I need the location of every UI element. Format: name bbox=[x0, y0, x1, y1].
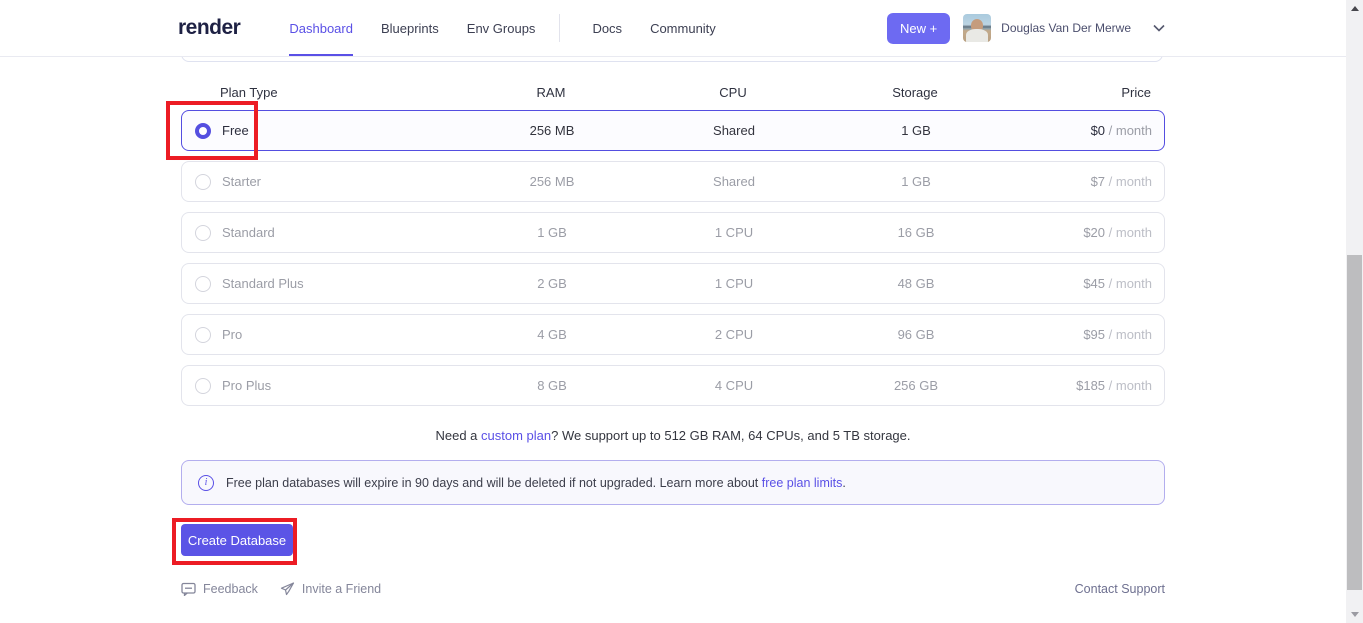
column-header-plan-type: Plan Type bbox=[194, 85, 460, 100]
free-plan-info-banner: i Free plan databases will expire in 90 … bbox=[181, 460, 1165, 505]
plan-cpu: 1 CPU bbox=[643, 225, 825, 240]
top-header: render Dashboard Blueprints Env Groups D… bbox=[0, 0, 1346, 57]
plan-radio[interactable] bbox=[195, 378, 211, 394]
plan-price: $95 / month bbox=[1007, 327, 1152, 342]
nav-link-docs[interactable]: Docs bbox=[592, 0, 622, 56]
paper-plane-icon bbox=[280, 582, 295, 596]
plan-row-pro-plus[interactable]: Pro Plus 8 GB 4 CPU 256 GB $185 / month bbox=[181, 365, 1165, 406]
scrollbar-thumb[interactable] bbox=[1347, 255, 1362, 590]
feedback-chat-icon bbox=[181, 582, 196, 596]
plan-radio[interactable] bbox=[195, 174, 211, 190]
nav-divider bbox=[559, 14, 560, 42]
plan-ram: 256 MB bbox=[461, 123, 643, 138]
free-plan-limits-link[interactable]: free plan limits bbox=[762, 476, 843, 490]
plan-ram: 256 MB bbox=[461, 174, 643, 189]
chevron-down-icon[interactable] bbox=[1153, 24, 1165, 32]
plan-table-header: Plan Type RAM CPU Storage Price bbox=[181, 85, 1165, 100]
plan-storage: 1 GB bbox=[825, 123, 1007, 138]
plan-radio[interactable] bbox=[195, 276, 211, 292]
nav-tab-blueprints[interactable]: Blueprints bbox=[381, 0, 439, 56]
plan-ram: 4 GB bbox=[461, 327, 643, 342]
plan-ram: 8 GB bbox=[461, 378, 643, 393]
nav-link-community[interactable]: Community bbox=[650, 0, 716, 56]
plan-storage: 1 GB bbox=[825, 174, 1007, 189]
plan-ram: 1 GB bbox=[461, 225, 643, 240]
plan-ram: 2 GB bbox=[461, 276, 643, 291]
column-header-cpu: CPU bbox=[642, 85, 824, 100]
plan-price: $20 / month bbox=[1007, 225, 1152, 240]
plan-name: Free bbox=[222, 123, 249, 138]
plan-price: $185 / month bbox=[1007, 378, 1152, 393]
main-content: Plan Type RAM CPU Storage Price Free 256… bbox=[181, 57, 1165, 596]
plan-cpu: 1 CPU bbox=[643, 276, 825, 291]
plan-price: $45 / month bbox=[1007, 276, 1152, 291]
create-database-button[interactable]: Create Database bbox=[181, 524, 293, 556]
plan-radio[interactable] bbox=[195, 225, 211, 241]
user-menu-name[interactable]: Douglas Van Der Merwe bbox=[1001, 21, 1131, 35]
plan-row-standard-plus[interactable]: Standard Plus 2 GB 1 CPU 48 GB $45 / mon… bbox=[181, 263, 1165, 304]
custom-plan-link[interactable]: custom plan bbox=[481, 428, 551, 443]
plan-radio[interactable] bbox=[195, 123, 211, 139]
plan-row-free[interactable]: Free 256 MB Shared 1 GB $0 / month bbox=[181, 110, 1165, 151]
info-icon: i bbox=[198, 475, 214, 491]
plan-cpu: 4 CPU bbox=[643, 378, 825, 393]
plan-name: Starter bbox=[222, 174, 261, 189]
column-header-ram: RAM bbox=[460, 85, 642, 100]
plan-name: Standard bbox=[222, 225, 275, 240]
plan-radio[interactable] bbox=[195, 327, 211, 343]
page-scrollbar[interactable] bbox=[1346, 0, 1363, 623]
custom-plan-line: Need a custom plan? We support up to 512… bbox=[181, 428, 1165, 443]
plan-price: $7 / month bbox=[1007, 174, 1152, 189]
contact-support-link[interactable]: Contact Support bbox=[1075, 582, 1165, 596]
plan-row-pro[interactable]: Pro 4 GB 2 CPU 96 GB $95 / month bbox=[181, 314, 1165, 355]
plan-name: Pro bbox=[222, 327, 242, 342]
plan-row-starter[interactable]: Starter 256 MB Shared 1 GB $7 / month bbox=[181, 161, 1165, 202]
plan-cpu: Shared bbox=[643, 174, 825, 189]
plan-name: Pro Plus bbox=[222, 378, 271, 393]
scrollbar-up-arrow[interactable] bbox=[1346, 0, 1363, 17]
feedback-link[interactable]: Feedback bbox=[181, 582, 258, 596]
plan-cpu: 2 CPU bbox=[643, 327, 825, 342]
render-logo[interactable]: render bbox=[178, 16, 240, 40]
plan-cpu: Shared bbox=[643, 123, 825, 138]
new-button[interactable]: New + bbox=[887, 13, 950, 44]
page-footer: Feedback Invite a Friend Contact Support bbox=[181, 582, 1165, 596]
scrollbar-down-arrow[interactable] bbox=[1346, 606, 1363, 623]
plan-list: Free 256 MB Shared 1 GB $0 / month Start… bbox=[181, 110, 1165, 406]
nav-tab-env-groups[interactable]: Env Groups bbox=[467, 0, 536, 56]
plan-storage: 16 GB bbox=[825, 225, 1007, 240]
plan-storage: 48 GB bbox=[825, 276, 1007, 291]
plan-price: $0 / month bbox=[1007, 123, 1152, 138]
plan-storage: 96 GB bbox=[825, 327, 1007, 342]
nav-tab-dashboard[interactable]: Dashboard bbox=[289, 0, 353, 56]
user-avatar[interactable] bbox=[963, 14, 991, 42]
main-nav: Dashboard Blueprints Env Groups Docs Com… bbox=[289, 0, 743, 56]
plan-row-standard[interactable]: Standard 1 GB 1 CPU 16 GB $20 / month bbox=[181, 212, 1165, 253]
column-header-price: Price bbox=[1006, 85, 1151, 100]
plan-name: Standard Plus bbox=[222, 276, 304, 291]
plan-storage: 256 GB bbox=[825, 378, 1007, 393]
column-header-storage: Storage bbox=[824, 85, 1006, 100]
invite-friend-link[interactable]: Invite a Friend bbox=[280, 582, 381, 596]
banner-text: Free plan databases will expire in 90 da… bbox=[226, 476, 762, 490]
